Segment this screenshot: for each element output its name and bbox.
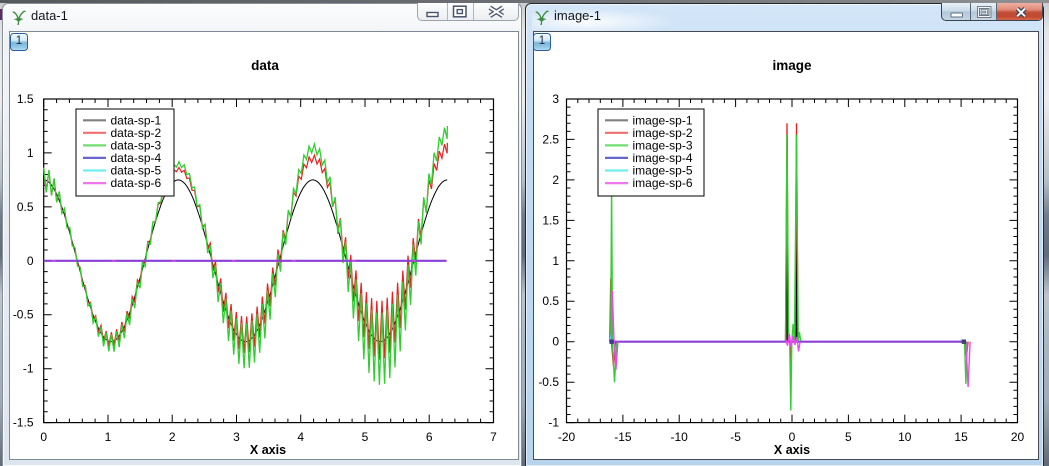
svg-text:3: 3: [552, 92, 559, 106]
svg-text:0: 0: [552, 335, 559, 349]
svg-text:2: 2: [552, 173, 559, 187]
svg-text:data: data: [251, 58, 279, 73]
svg-text:-1: -1: [23, 362, 34, 376]
svg-text:image-sp-6: image-sp-6: [633, 176, 693, 190]
svg-text:10: 10: [898, 430, 912, 444]
svg-text:-5: -5: [730, 430, 741, 444]
svg-text:-15: -15: [614, 430, 632, 444]
svg-text:X axis: X axis: [774, 443, 810, 457]
svg-text:-1.5: -1.5: [13, 416, 34, 430]
svg-text:15: 15: [954, 430, 968, 444]
svg-text:1: 1: [552, 254, 559, 268]
svg-text:-0.5: -0.5: [13, 308, 34, 322]
svg-text:0: 0: [789, 430, 796, 444]
svg-text:3: 3: [233, 430, 240, 444]
svg-text:-0.5: -0.5: [538, 375, 559, 389]
svg-text:1.5: 1.5: [17, 92, 34, 106]
svg-text:-10: -10: [671, 430, 689, 444]
svg-text:6: 6: [426, 430, 433, 444]
svg-text:20: 20: [1011, 430, 1025, 444]
svg-text:4: 4: [297, 430, 304, 444]
svg-text:0: 0: [40, 430, 47, 444]
svg-text:1: 1: [27, 146, 34, 160]
svg-text:1: 1: [105, 430, 112, 444]
svg-text:-1: -1: [548, 416, 559, 430]
svg-text:2: 2: [169, 430, 176, 444]
svg-text:5: 5: [845, 430, 852, 444]
svg-text:0.5: 0.5: [17, 200, 34, 214]
svg-text:0: 0: [27, 254, 34, 268]
svg-text:-20: -20: [558, 430, 576, 444]
svg-text:data-sp-6: data-sp-6: [111, 176, 162, 190]
svg-text:2.5: 2.5: [542, 132, 559, 146]
svg-text:5: 5: [362, 430, 369, 444]
svg-text:X axis: X axis: [250, 443, 286, 457]
svg-text:0.5: 0.5: [542, 294, 559, 308]
svg-text:1.5: 1.5: [542, 213, 559, 227]
svg-text:7: 7: [490, 430, 497, 444]
svg-text:image: image: [772, 58, 812, 73]
